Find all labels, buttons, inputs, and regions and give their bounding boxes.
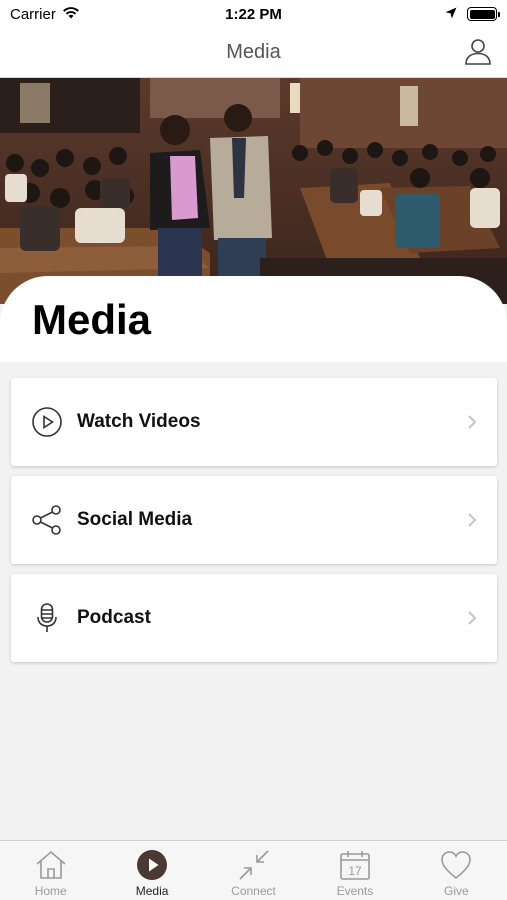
navigation-bar: Media <box>0 28 507 78</box>
tab-label: Connect <box>231 884 276 898</box>
tab-label: Media <box>135 884 169 898</box>
calendar-icon: 17 <box>339 849 371 881</box>
microphone-icon <box>31 602 63 634</box>
battery-icon <box>467 7 500 21</box>
tab-label: Give <box>443 884 469 898</box>
menu-item-social-media[interactable]: Social Media <box>11 476 497 564</box>
menu-item-watch-videos[interactable]: Watch Videos <box>11 378 497 466</box>
chevron-right-icon <box>465 610 479 626</box>
tab-label: Home <box>34 884 67 898</box>
heart-icon <box>440 849 472 881</box>
nav-title: Media <box>226 41 281 63</box>
status-left: Carrier <box>10 6 80 23</box>
menu-item-label: Social Media <box>77 509 193 530</box>
calendar-day: 17 <box>348 864 362 878</box>
wifi-icon <box>62 6 80 23</box>
media-menu: Watch Videos Social Media Podcast <box>11 378 497 672</box>
tab-connect[interactable]: Connect <box>203 841 304 900</box>
play-icon <box>136 849 168 881</box>
tab-events[interactable]: 17 Events <box>304 841 405 900</box>
chevron-right-icon <box>465 512 479 528</box>
tab-label: Events <box>336 884 374 898</box>
share-icon <box>31 504 63 536</box>
tab-bar: Home Media Connect 17 Events Give <box>0 840 507 900</box>
tab-give[interactable]: Give <box>406 841 507 900</box>
profile-button[interactable] <box>463 38 493 68</box>
tab-media[interactable]: Media <box>101 841 202 900</box>
status-bar: Carrier 1:22 PM <box>0 0 507 28</box>
location-arrow-icon <box>445 6 457 23</box>
menu-item-podcast[interactable]: Podcast <box>11 574 497 662</box>
menu-item-label: Watch Videos <box>77 411 201 432</box>
carrier-label: Carrier <box>10 5 56 23</box>
status-right <box>445 6 500 23</box>
page-title: Media <box>32 296 152 343</box>
menu-item-label: Podcast <box>77 607 151 628</box>
home-icon <box>35 849 67 881</box>
connect-icon <box>238 849 270 881</box>
user-icon <box>464 37 492 70</box>
chevron-right-icon <box>465 414 479 430</box>
tab-home[interactable]: Home <box>0 841 101 900</box>
hero-image <box>0 78 507 304</box>
play-circle-icon <box>31 406 63 438</box>
